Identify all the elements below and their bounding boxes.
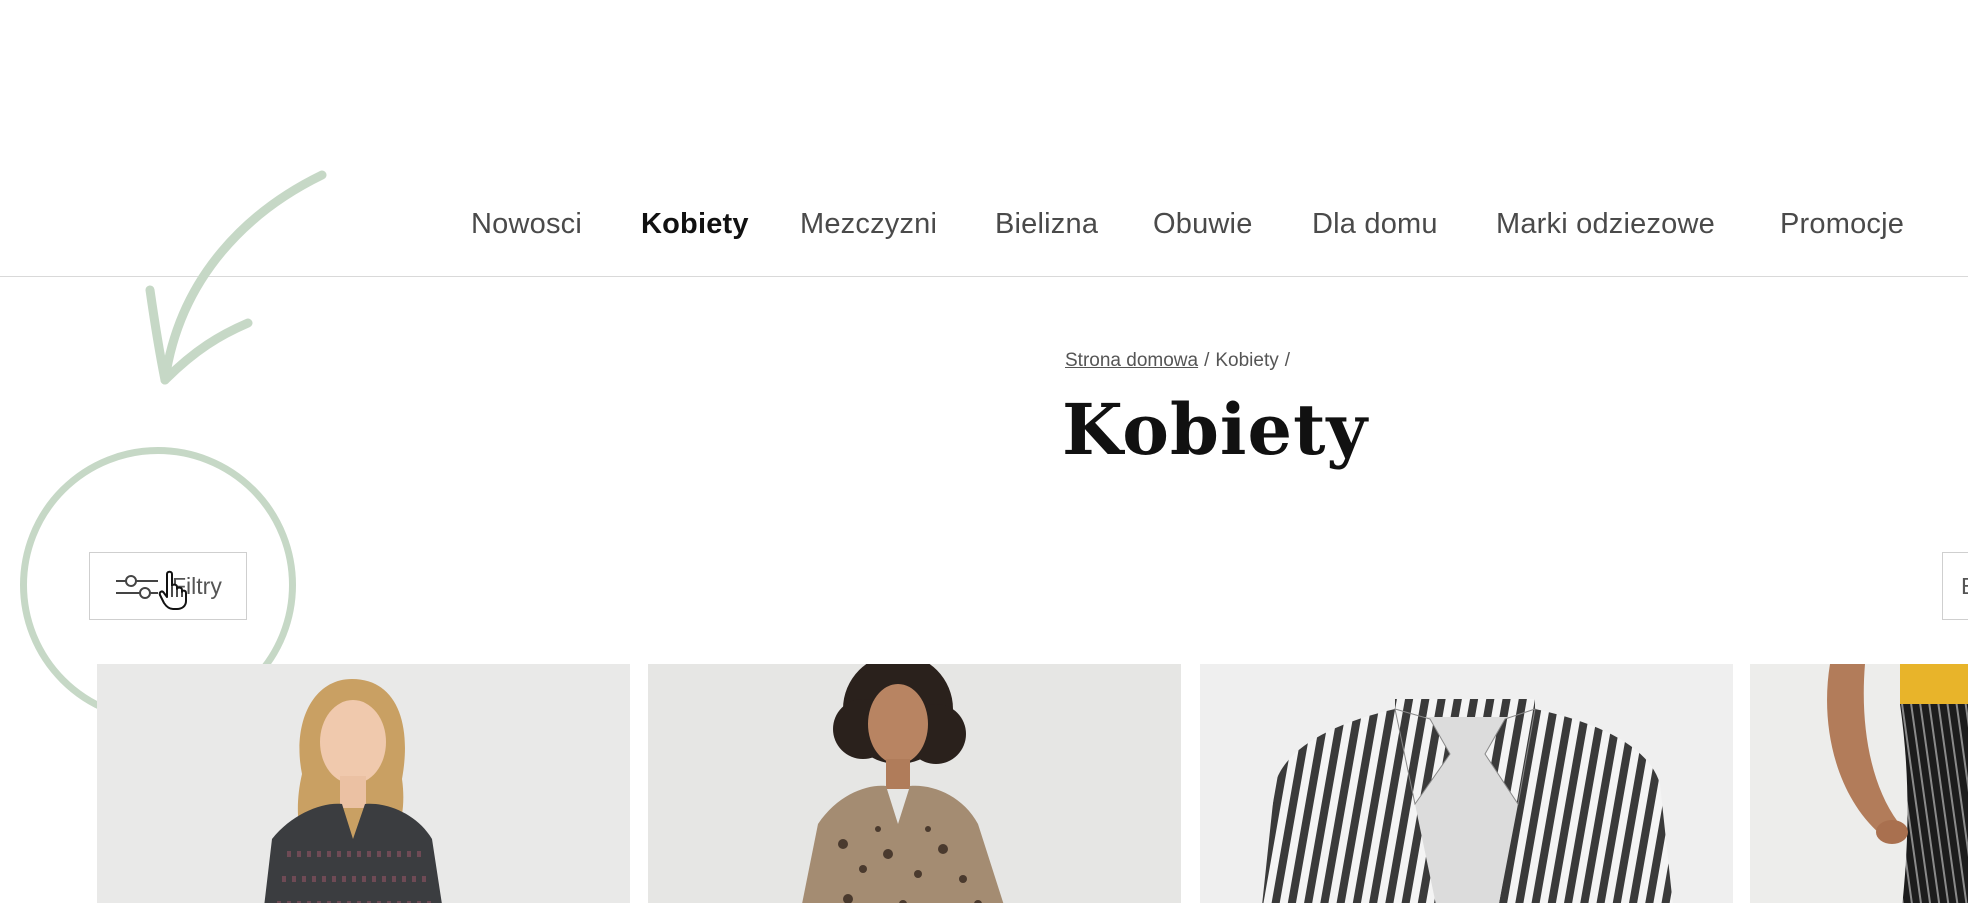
sort-button[interactable]: E — [1942, 552, 1968, 620]
breadcrumb-separator: / — [1284, 350, 1291, 371]
hand-cursor-icon — [158, 570, 187, 610]
nav-item-marki-odziezowe[interactable]: Marki odziezowe — [1496, 208, 1715, 241]
nav-item-dla-domu[interactable]: Dla domu — [1312, 208, 1438, 241]
product-image-woman-sweater — [264, 679, 442, 903]
product-card[interactable] — [97, 664, 630, 903]
nav-item-mezczyzni[interactable]: Mezczyzni — [800, 208, 937, 241]
breadcrumb: Strona domowa / Kobiety / — [1065, 350, 1296, 372]
nav-item-kobiety[interactable]: Kobiety — [641, 208, 749, 241]
nav-item-bielizna[interactable]: Bielizna — [995, 208, 1098, 241]
nav-item-promocje[interactable]: Promocje — [1780, 208, 1904, 241]
sort-label: E — [1961, 573, 1968, 600]
page: Nowosci Kobiety Mezczyzni Bielizna Obuwi… — [0, 0, 1968, 903]
product-image-woman-leopard-blouse — [802, 664, 1004, 903]
breadcrumb-home-link[interactable]: Strona domowa — [1065, 350, 1198, 371]
breadcrumb-current: Kobiety — [1215, 350, 1279, 371]
product-image-pinstripe-trousers — [1827, 664, 1968, 903]
product-image-striped-blazer — [1262, 699, 1673, 903]
product-card[interactable] — [1200, 664, 1733, 903]
sliders-icon — [116, 575, 158, 599]
page-title: Kobiety — [1062, 388, 1369, 471]
nav-item-nowosci[interactable]: Nowosci — [471, 208, 582, 241]
annotation-arrow-icon — [145, 170, 327, 385]
product-card[interactable] — [1750, 664, 1968, 903]
nav-item-obuwie[interactable]: Obuwie — [1153, 208, 1253, 241]
breadcrumb-separator: / — [1204, 350, 1210, 371]
product-card[interactable] — [648, 664, 1181, 903]
